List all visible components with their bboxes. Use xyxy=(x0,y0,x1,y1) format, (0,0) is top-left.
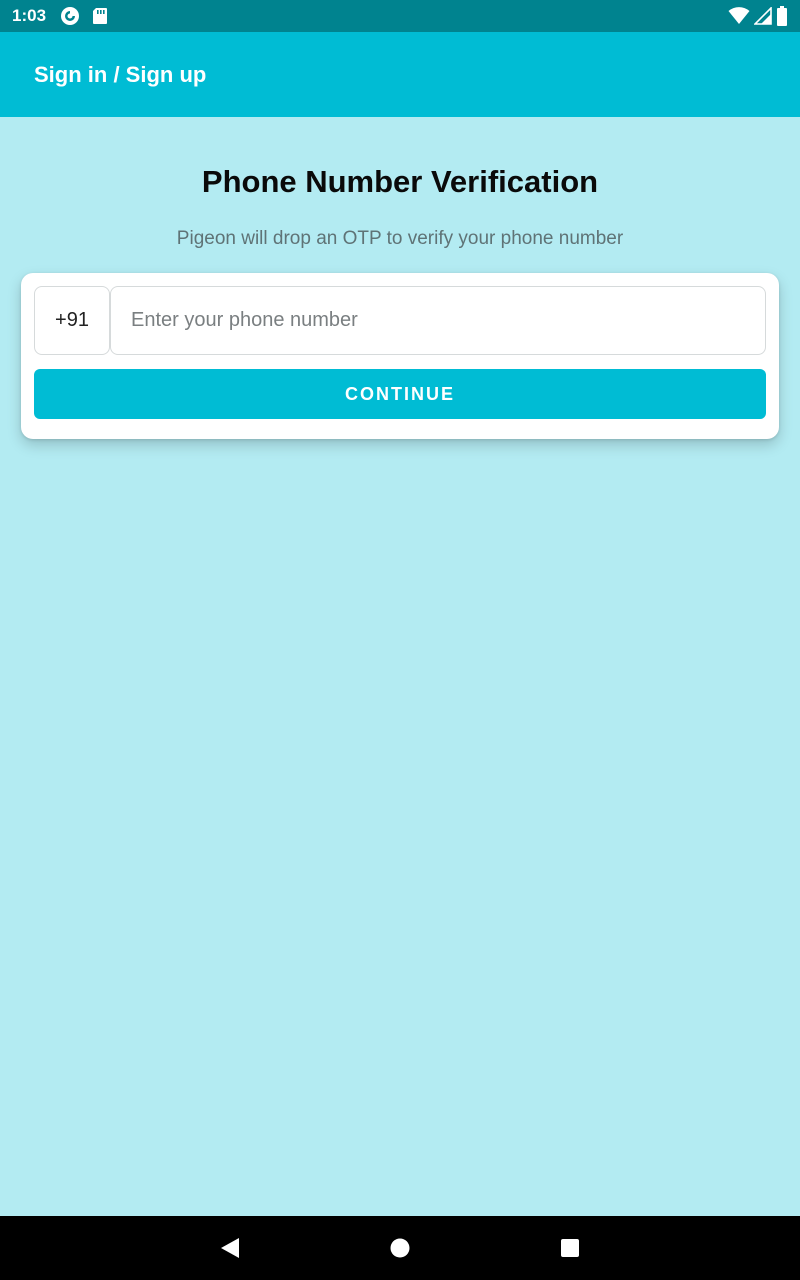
status-time: 1:03 xyxy=(12,6,47,25)
status-left-icons xyxy=(60,6,108,26)
page-subtitle: Pigeon will drop an OTP to verify your p… xyxy=(176,228,624,249)
cell-signal-icon xyxy=(754,7,772,25)
sd-card-icon xyxy=(92,7,108,25)
home-button[interactable] xyxy=(360,1216,440,1280)
country-code-selector[interactable]: +91 xyxy=(34,286,110,355)
page-title: Phone Number Verification xyxy=(201,164,599,199)
battery-icon xyxy=(776,6,788,26)
status-right-icons xyxy=(728,6,788,26)
recents-icon xyxy=(561,1239,579,1257)
pocket-casts-icon xyxy=(60,6,80,26)
app-bar-title: Sign in / Sign up xyxy=(34,61,207,87)
recents-button[interactable] xyxy=(530,1216,610,1280)
wifi-icon xyxy=(728,7,750,25)
status-bar: 1:03 xyxy=(0,0,800,32)
verification-card: +91 CONTINUE xyxy=(21,273,779,439)
home-icon xyxy=(390,1238,410,1258)
back-button[interactable] xyxy=(190,1216,270,1280)
phone-number-input[interactable] xyxy=(110,286,766,355)
continue-button[interactable]: CONTINUE xyxy=(34,369,766,419)
app-bar: Sign in / Sign up xyxy=(0,32,800,117)
navigation-bar xyxy=(0,1216,800,1280)
back-icon xyxy=(221,1238,239,1258)
